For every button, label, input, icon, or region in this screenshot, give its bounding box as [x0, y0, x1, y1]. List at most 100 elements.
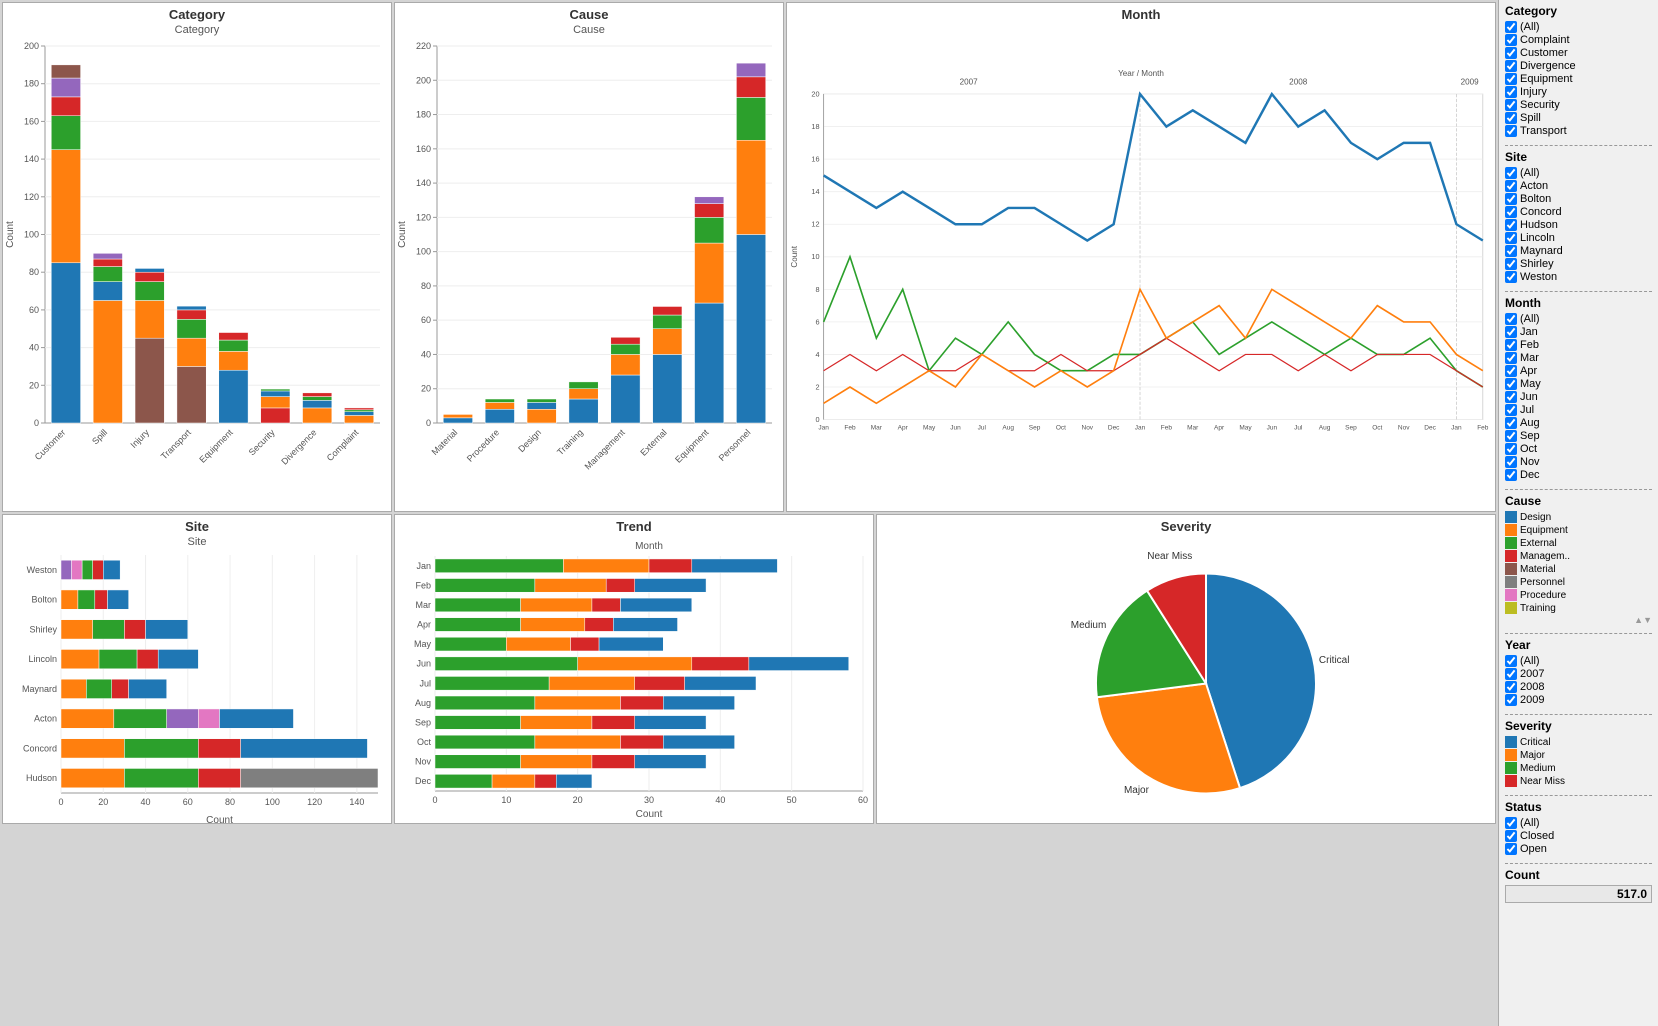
sidebar-item[interactable]: Jun [1505, 391, 1652, 403]
sidebar-label: (All) [1520, 167, 1540, 179]
sidebar-item[interactable]: Divergence [1505, 60, 1652, 72]
sidebar-item[interactable]: Weston [1505, 271, 1652, 283]
sidebar-checkbox[interactable] [1505, 167, 1517, 179]
sidebar-item[interactable]: Mar [1505, 352, 1652, 364]
sidebar-checkbox[interactable] [1505, 232, 1517, 244]
sidebar-item[interactable]: Security [1505, 99, 1652, 111]
sidebar-item[interactable]: (All) [1505, 21, 1652, 33]
cause-subtitle: Cause [395, 24, 783, 36]
sidebar-label: (All) [1520, 21, 1540, 33]
sidebar-checkbox[interactable] [1505, 112, 1517, 124]
sidebar-label: Lincoln [1520, 232, 1555, 244]
sidebar-label: Jul [1520, 404, 1534, 416]
sidebar-item[interactable]: 2008 [1505, 681, 1652, 693]
sidebar-label: Concord [1520, 206, 1562, 218]
svg-text:Jun: Jun [1267, 424, 1278, 431]
sidebar-checkbox[interactable] [1505, 21, 1517, 33]
sidebar-item[interactable]: Concord [1505, 206, 1652, 218]
svg-text:40: 40 [715, 795, 725, 805]
sidebar-checkbox[interactable] [1505, 47, 1517, 59]
sidebar-checkbox[interactable] [1505, 245, 1517, 257]
sidebar-item[interactable]: Jul [1505, 404, 1652, 416]
sidebar-item[interactable]: Sep [1505, 430, 1652, 442]
sidebar-item[interactable]: May [1505, 378, 1652, 390]
sidebar-item[interactable]: Hudson [1505, 219, 1652, 231]
sidebar-checkbox[interactable] [1505, 60, 1517, 72]
sidebar-item[interactable]: Dec [1505, 469, 1652, 481]
sidebar-item[interactable]: Acton [1505, 180, 1652, 192]
svg-text:2009: 2009 [1461, 77, 1480, 86]
sidebar-item[interactable]: 2009 [1505, 694, 1652, 706]
sidebar-item[interactable]: Oct [1505, 443, 1652, 455]
sidebar-item[interactable]: Bolton [1505, 193, 1652, 205]
sidebar-checkbox[interactable] [1505, 352, 1517, 364]
sidebar-checkbox[interactable] [1505, 125, 1517, 137]
sidebar-item[interactable]: Aug [1505, 417, 1652, 429]
sidebar-checkbox[interactable] [1505, 258, 1517, 270]
sidebar-checkbox[interactable] [1505, 817, 1517, 829]
sidebar-checkbox[interactable] [1505, 404, 1517, 416]
sidebar-item[interactable]: (All) [1505, 167, 1652, 179]
sidebar-item[interactable]: Shirley [1505, 258, 1652, 270]
sidebar-checkbox[interactable] [1505, 655, 1517, 667]
sidebar-checkbox[interactable] [1505, 34, 1517, 46]
sidebar-label: 2007 [1520, 668, 1544, 680]
sidebar-item[interactable]: Transport [1505, 125, 1652, 137]
month-title: Month [787, 3, 1495, 24]
sidebar-checkbox[interactable] [1505, 668, 1517, 680]
svg-text:14: 14 [811, 187, 819, 196]
svg-text:Count: Count [790, 245, 799, 267]
severity-legend-label: Near Miss [1520, 776, 1565, 787]
sidebar-checkbox[interactable] [1505, 193, 1517, 205]
sidebar-checkbox[interactable] [1505, 365, 1517, 377]
sidebar-checkbox[interactable] [1505, 378, 1517, 390]
sidebar-checkbox[interactable] [1505, 443, 1517, 455]
bottom-row: Site Site 020406080100120140CountWestonB… [2, 514, 1496, 824]
svg-text:Jul: Jul [978, 424, 987, 431]
cause-legend-item: Design [1505, 511, 1652, 523]
sidebar-item[interactable]: Complaint [1505, 34, 1652, 46]
svg-text:20: 20 [811, 89, 819, 98]
sidebar-checkbox[interactable] [1505, 843, 1517, 855]
svg-text:10: 10 [501, 795, 511, 805]
year-section: Year (All)200720082009 [1505, 638, 1652, 706]
trend-panel: Trend Month0102030405060CountJanFebMarAp… [394, 514, 874, 824]
sidebar-checkbox[interactable] [1505, 681, 1517, 693]
sidebar-item[interactable]: Equipment [1505, 73, 1652, 85]
sidebar-item[interactable]: (All) [1505, 817, 1652, 829]
sidebar-checkbox[interactable] [1505, 180, 1517, 192]
sidebar-item[interactable]: Customer [1505, 47, 1652, 59]
sidebar-checkbox[interactable] [1505, 271, 1517, 283]
sidebar-checkbox[interactable] [1505, 391, 1517, 403]
sidebar-item[interactable]: Open [1505, 843, 1652, 855]
sidebar-checkbox[interactable] [1505, 219, 1517, 231]
sidebar-checkbox[interactable] [1505, 469, 1517, 481]
sidebar-item[interactable]: Closed [1505, 830, 1652, 842]
sidebar-item[interactable]: Jan [1505, 326, 1652, 338]
sidebar-checkbox[interactable] [1505, 326, 1517, 338]
sidebar-checkbox[interactable] [1505, 456, 1517, 468]
svg-text:Oct: Oct [1372, 424, 1382, 431]
sidebar-checkbox[interactable] [1505, 86, 1517, 98]
sidebar-item[interactable]: Nov [1505, 456, 1652, 468]
cause-scroll[interactable]: ▲▼ [1505, 615, 1652, 625]
sidebar-item[interactable]: Injury [1505, 86, 1652, 98]
sidebar-checkbox[interactable] [1505, 430, 1517, 442]
sidebar-item[interactable]: (All) [1505, 655, 1652, 667]
sidebar-item[interactable]: Spill [1505, 112, 1652, 124]
sidebar-checkbox[interactable] [1505, 339, 1517, 351]
sidebar-checkbox[interactable] [1505, 313, 1517, 325]
sidebar-item[interactable]: Feb [1505, 339, 1652, 351]
sidebar-checkbox[interactable] [1505, 417, 1517, 429]
sidebar-checkbox[interactable] [1505, 99, 1517, 111]
sidebar-item[interactable]: Apr [1505, 365, 1652, 377]
sidebar-item[interactable]: Maynard [1505, 245, 1652, 257]
sidebar-checkbox[interactable] [1505, 206, 1517, 218]
sidebar-label: Mar [1520, 352, 1539, 364]
sidebar-item[interactable]: Lincoln [1505, 232, 1652, 244]
sidebar-item[interactable]: (All) [1505, 313, 1652, 325]
sidebar-checkbox[interactable] [1505, 73, 1517, 85]
sidebar-checkbox[interactable] [1505, 830, 1517, 842]
sidebar-item[interactable]: 2007 [1505, 668, 1652, 680]
sidebar-checkbox[interactable] [1505, 694, 1517, 706]
